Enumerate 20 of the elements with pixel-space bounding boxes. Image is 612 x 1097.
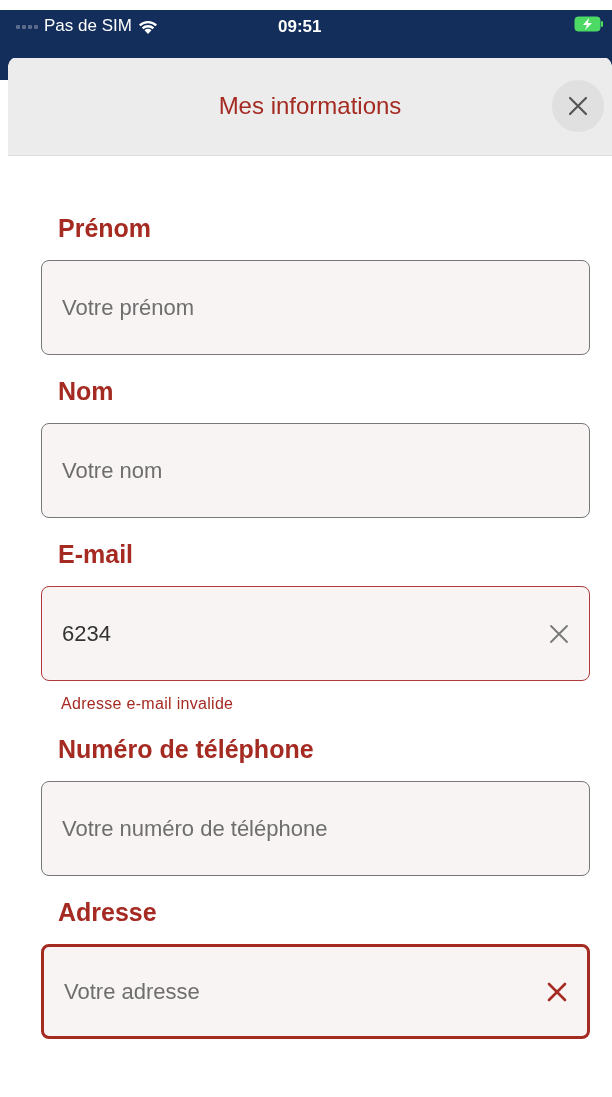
- input-field[interactable]: Votre adresse: [41, 944, 590, 1039]
- header-title: Mes informations: [217, 91, 403, 120]
- input-field[interactable]: 6234: [41, 586, 590, 681]
- field-label: Prénom: [57, 214, 153, 243]
- signal-icon: [16, 23, 38, 29]
- carrier-name: Pas de SIM: [44, 16, 132, 36]
- input-field[interactable]: Votre prénom: [41, 260, 590, 355]
- battery-charging-icon: [574, 16, 604, 32]
- clear-icon[interactable]: [547, 981, 567, 1002]
- clear-icon[interactable]: [549, 623, 569, 644]
- input-field[interactable]: Votre nom: [41, 423, 590, 518]
- clock-time: 09:51: [278, 17, 322, 37]
- field-label: Numéro de téléphone: [57, 735, 315, 764]
- close-icon: [568, 95, 588, 116]
- error-message: Adresse e-mail invalide: [60, 694, 235, 713]
- field-label: Nom: [57, 377, 115, 406]
- wifi-icon: [137, 18, 158, 34]
- input-field[interactable]: Votre numéro de téléphone: [41, 781, 590, 876]
- field-label: Adresse: [57, 898, 158, 927]
- field-label: E-mail: [57, 540, 135, 569]
